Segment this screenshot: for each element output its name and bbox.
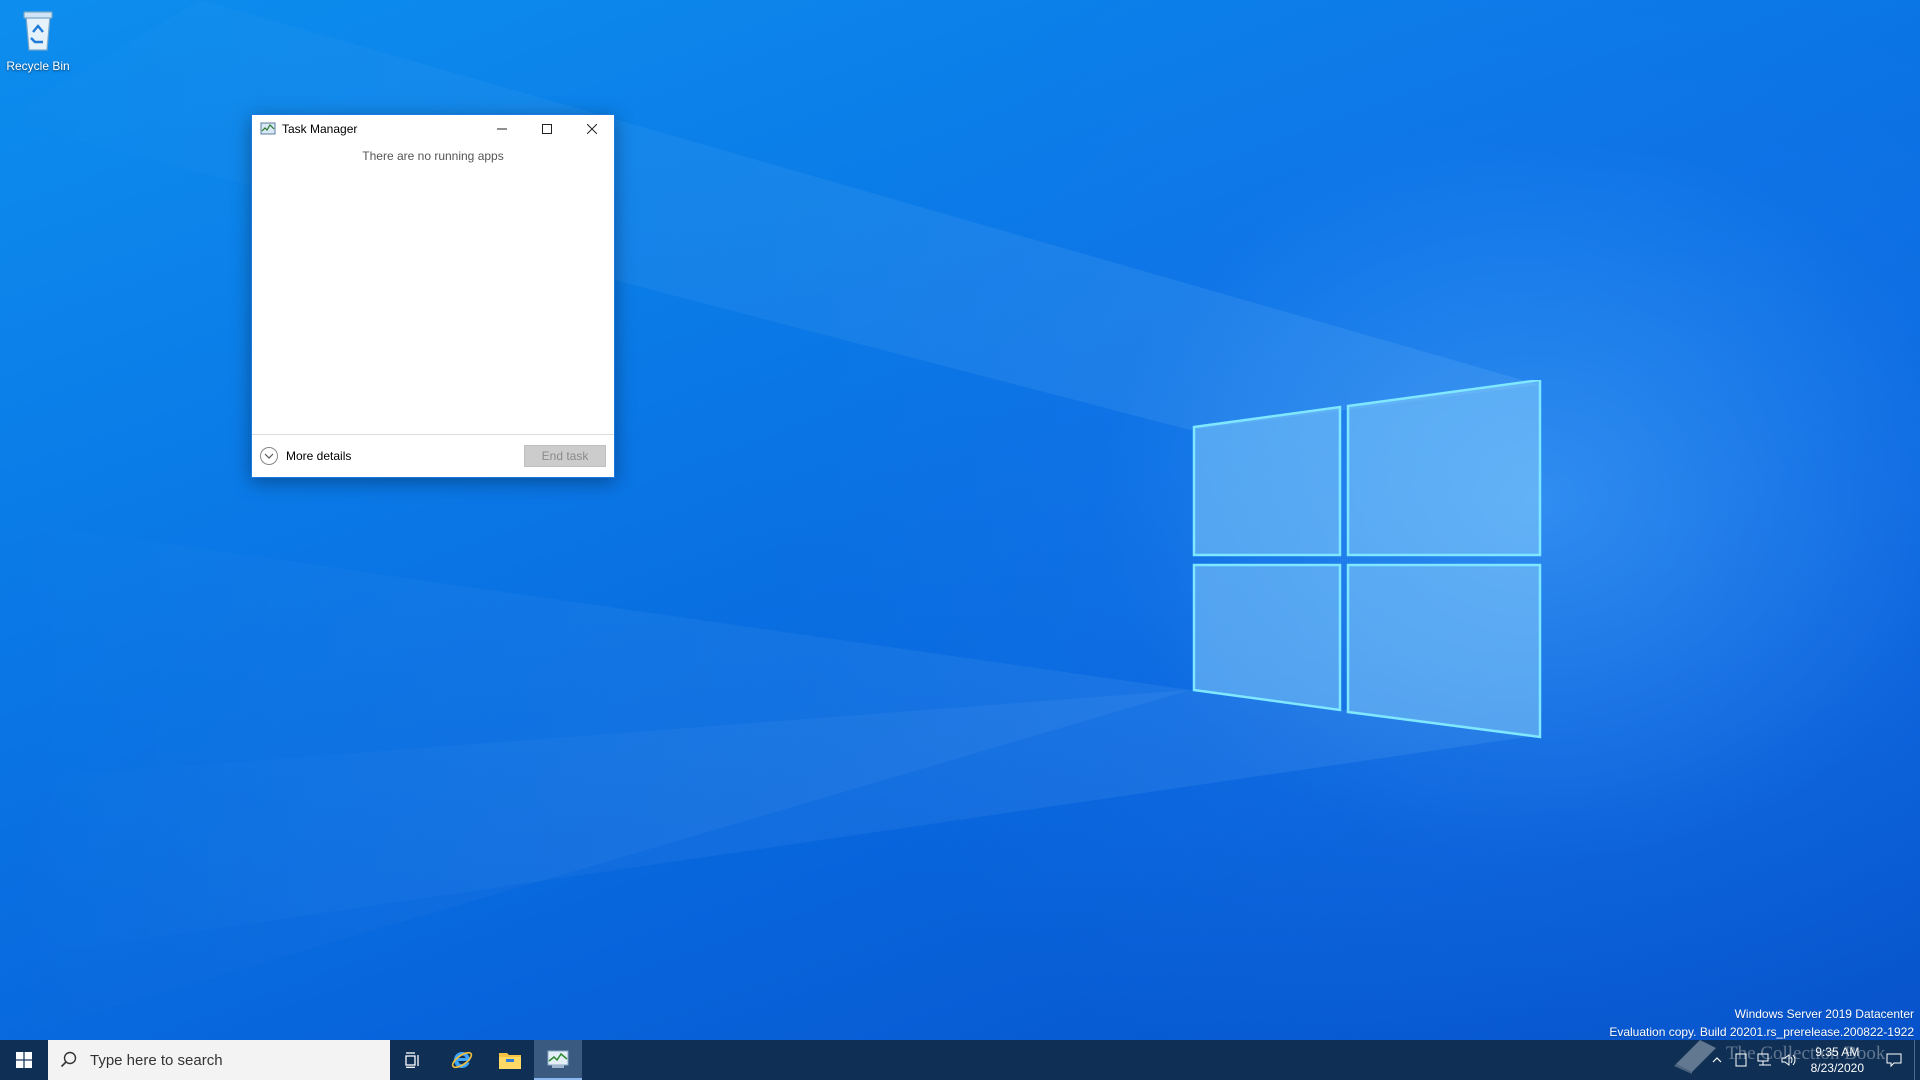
show-desktop-button[interactable] [1914, 1040, 1920, 1080]
notification-icon [1886, 1053, 1902, 1068]
recycle-bin-icon [23, 11, 53, 51]
brand-overlay: The Collection Book [1670, 1034, 1885, 1074]
app-list-area: There are no running apps [252, 143, 614, 435]
minimize-button[interactable] [479, 115, 524, 143]
more-details-label: More details [286, 449, 352, 463]
book-icon [1674, 1040, 1716, 1074]
desktop-icon-recycle-bin[interactable]: Recycle Bin [6, 8, 70, 73]
search-placeholder: Type here to search [90, 1051, 223, 1069]
end-task-button[interactable]: End task [524, 445, 606, 467]
windows-start-icon [16, 1052, 32, 1068]
task-manager-icon [260, 122, 276, 135]
chevron-down-icon [260, 447, 278, 465]
task-view-icon [405, 1052, 419, 1068]
taskbar-spacer [582, 1040, 1705, 1080]
empty-message: There are no running apps [362, 149, 504, 163]
close-icon [586, 124, 597, 134]
window-title: Task Manager [282, 122, 358, 136]
task-view-button[interactable] [390, 1040, 438, 1080]
minimize-icon [496, 128, 507, 130]
folder-icon [499, 1053, 521, 1069]
title-bar[interactable]: Task Manager [252, 115, 614, 143]
taskbar-app-task-manager[interactable] [534, 1040, 582, 1080]
maximize-button[interactable] [524, 115, 569, 143]
brand-overlay-text: The Collection Book [1726, 1043, 1886, 1064]
window-footer: More details End task [252, 435, 614, 477]
task-manager-icon [547, 1050, 569, 1068]
internet-explorer-icon [451, 1051, 473, 1069]
task-manager-window[interactable]: Task Manager There are no running apps M… [251, 114, 615, 478]
watermark-edition: Windows Server 2019 Datacenter [1734, 1007, 1914, 1021]
search-icon [60, 1051, 77, 1068]
desktop-icon-label: Recycle Bin [6, 59, 70, 73]
taskbar-search-box[interactable]: Type here to search [48, 1040, 390, 1080]
close-button[interactable] [569, 115, 614, 143]
maximize-icon [541, 124, 552, 134]
more-details-toggle[interactable]: More details [260, 447, 524, 465]
start-button[interactable] [0, 1040, 48, 1080]
taskbar-app-file-explorer[interactable] [486, 1040, 534, 1080]
taskbar: Type here to search 9:35 AM 8/23/2020 [0, 1040, 1920, 1080]
taskbar-app-internet-explorer[interactable] [438, 1040, 486, 1080]
windows-logo-wallpaper [1192, 380, 1542, 739]
